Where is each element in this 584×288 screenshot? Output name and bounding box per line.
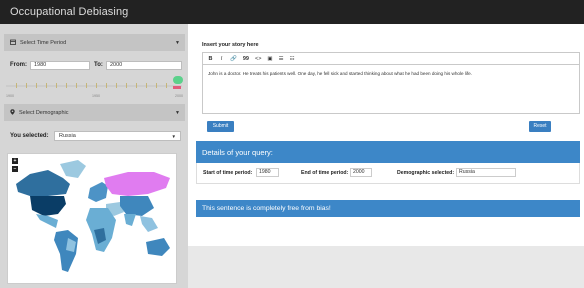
- slider-max-label: 2000: [175, 94, 183, 98]
- zoom-out-button[interactable]: −: [12, 166, 18, 172]
- demographic-selected-value: Russia: [456, 168, 516, 177]
- demographic-select[interactable]: Russia ▼: [54, 131, 181, 141]
- time-period-header[interactable]: Select Time Period ▼: [4, 34, 185, 51]
- start-period-label: Start of time period:: [203, 170, 253, 176]
- calendar-icon: [10, 39, 16, 47]
- chevron-down-icon: ▼: [171, 134, 176, 139]
- query-details-header: Details of your query:: [196, 141, 580, 163]
- zoom-in-button[interactable]: +: [12, 158, 18, 164]
- quote-icon[interactable]: 99: [243, 56, 249, 62]
- demographic-selected-label: Demographic selected:: [397, 170, 455, 176]
- time-period-header-label: Select Time Period: [20, 39, 67, 46]
- story-label: Insert your story here: [202, 42, 259, 48]
- slider-handle-start[interactable]: [173, 86, 181, 89]
- you-selected-label: You selected:: [10, 133, 49, 139]
- demographic-header[interactable]: Select Demographic ▼: [4, 104, 185, 121]
- bias-result-banner: This sentence is completely free from bi…: [196, 200, 580, 217]
- main-footer-area: [188, 246, 584, 288]
- editor-toolbar: B I 🔗 99 <> ▣ ☰ ☷: [203, 53, 579, 65]
- story-text[interactable]: John is a doctor. He treats his patients…: [208, 71, 472, 76]
- query-details-body: Start of time period: 1980 End of time p…: [196, 163, 580, 184]
- world-map-svg: [16, 160, 170, 272]
- to-label: To:: [94, 62, 103, 68]
- map-marker-icon: [10, 108, 15, 117]
- reset-button[interactable]: Reset: [529, 121, 551, 132]
- code-icon[interactable]: <>: [255, 56, 261, 62]
- slider-handle-end[interactable]: [173, 76, 183, 84]
- from-label: From:: [10, 62, 27, 68]
- link-icon[interactable]: 🔗: [230, 56, 237, 62]
- top-navbar: Occupational Debiasing: [0, 0, 584, 24]
- start-period-value: 1980: [256, 168, 279, 177]
- to-year-input[interactable]: 2000: [106, 61, 182, 70]
- demographic-select-value: Russia: [59, 133, 76, 139]
- time-period-slider[interactable]: [6, 80, 184, 92]
- image-icon[interactable]: ▣: [267, 56, 272, 62]
- submit-button[interactable]: Submit: [207, 121, 234, 132]
- caret-down-icon: ▼: [175, 40, 180, 46]
- bold-icon[interactable]: B: [208, 56, 213, 62]
- app-title: Occupational Debiasing: [10, 6, 129, 18]
- end-period-label: End of time period:: [301, 170, 349, 176]
- italic-icon[interactable]: I: [219, 56, 224, 62]
- story-editor[interactable]: B I 🔗 99 <> ▣ ☰ ☷ John is a doctor. He t…: [202, 52, 580, 114]
- world-map[interactable]: + −: [7, 153, 177, 284]
- slider-mid-label: 1950: [92, 94, 100, 98]
- numbered-list-icon[interactable]: ☷: [290, 56, 295, 62]
- slider-min-label: 1900: [6, 94, 14, 98]
- from-year-input[interactable]: 1980: [30, 61, 90, 70]
- end-period-value: 2000: [350, 168, 372, 177]
- bulleted-list-icon[interactable]: ☰: [279, 56, 284, 62]
- demographic-header-label: Select Demographic: [19, 109, 69, 116]
- caret-down-icon: ▼: [175, 110, 180, 116]
